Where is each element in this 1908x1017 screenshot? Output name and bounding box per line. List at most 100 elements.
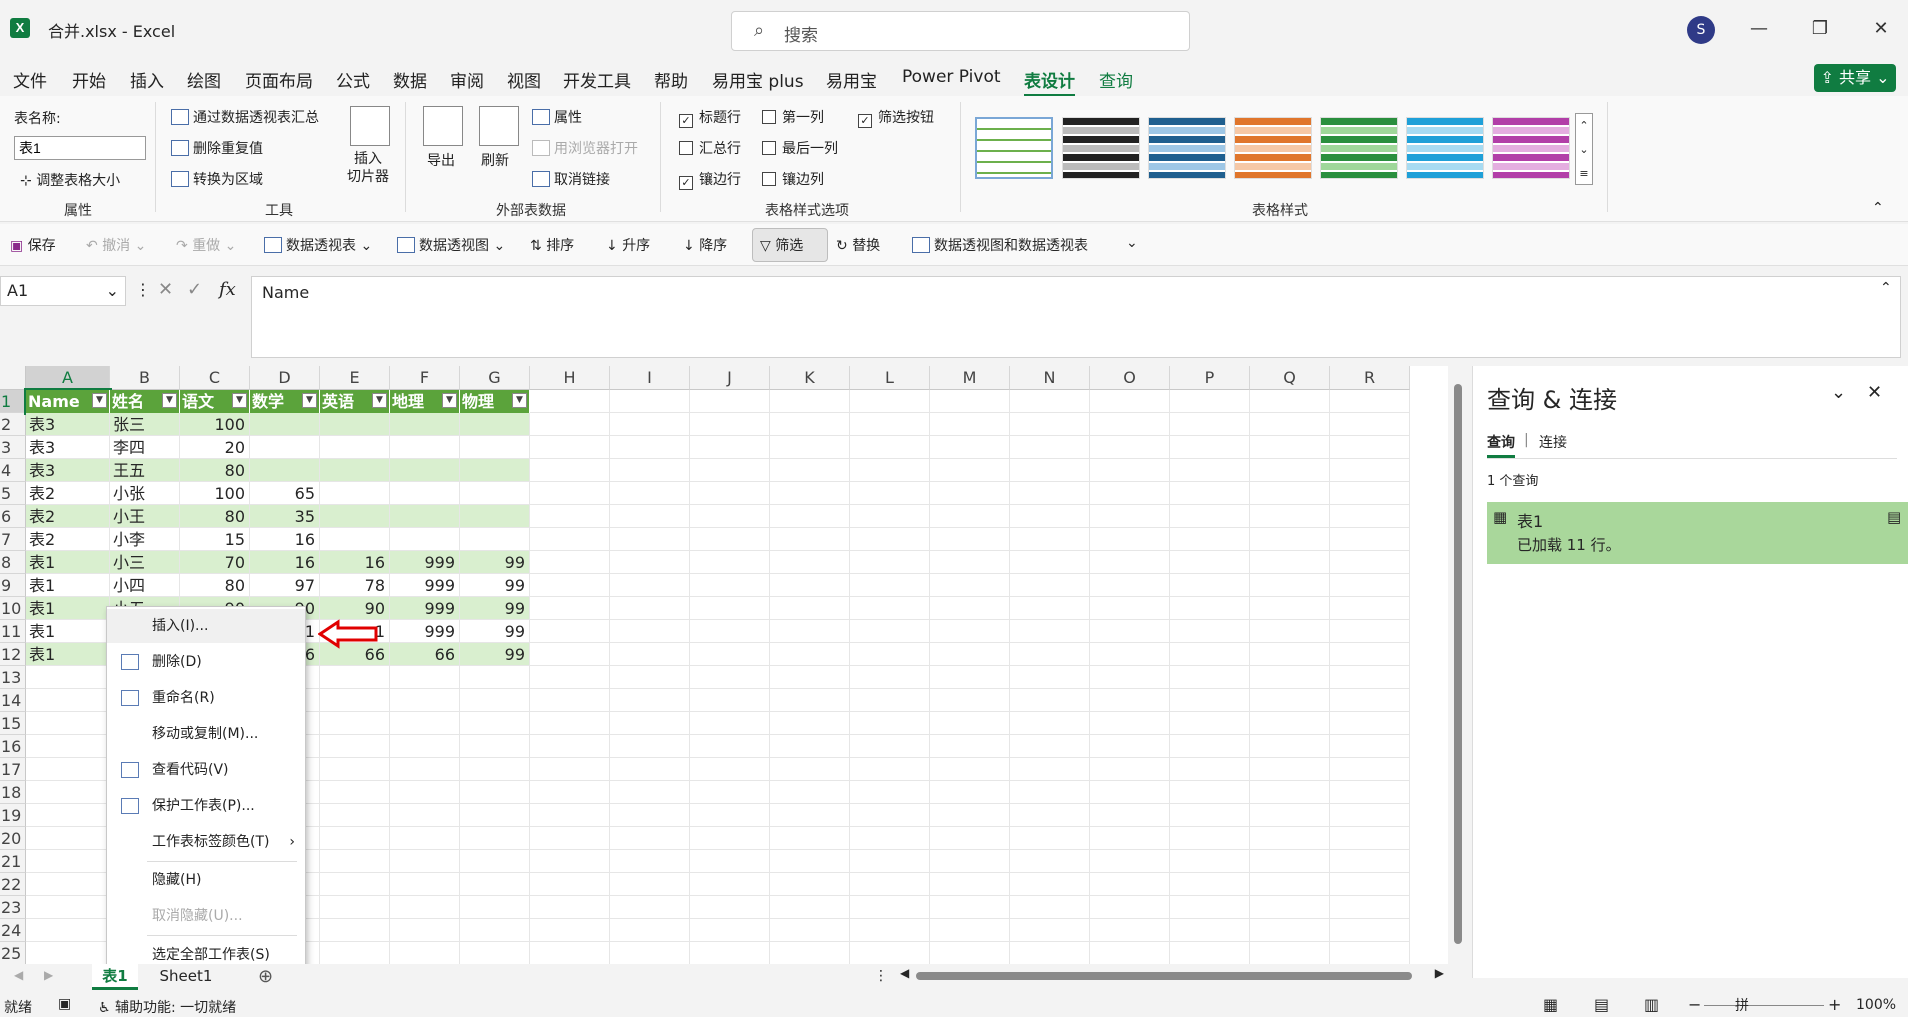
convert-range-button[interactable]: 转换为区域 — [171, 169, 263, 189]
grid-cell[interactable] — [850, 482, 930, 505]
grid-cell[interactable] — [1170, 482, 1250, 505]
menu-item-hide[interactable]: 隐藏(H) — [107, 863, 305, 897]
grid-cell[interactable] — [1250, 574, 1330, 597]
grid-cell[interactable] — [770, 896, 850, 919]
grid-cell[interactable] — [1170, 528, 1250, 551]
grid-cell[interactable] — [1250, 873, 1330, 896]
tab-query[interactable]: 查询 — [1099, 67, 1133, 92]
function-icon[interactable]: fx — [219, 279, 236, 300]
tab-table-design[interactable]: 表设计 — [1024, 67, 1075, 97]
grid-cell[interactable] — [1090, 505, 1170, 528]
row-header-12[interactable]: 12 — [0, 643, 26, 666]
tab-page-layout[interactable]: 页面布局 — [245, 67, 313, 92]
grid-cell[interactable] — [690, 390, 770, 413]
grid-cell[interactable] — [930, 597, 1010, 620]
vertical-scroll-thumb[interactable] — [1454, 384, 1462, 944]
redo-button[interactable]: ↷ 重做 ⌄ — [176, 235, 236, 255]
column-header-a[interactable]: A — [26, 366, 110, 390]
grid-cell[interactable] — [1330, 689, 1410, 712]
tab-draw[interactable]: 绘图 — [187, 67, 221, 92]
grid-cell[interactable] — [690, 735, 770, 758]
grid-cell[interactable] — [770, 551, 850, 574]
table-cell[interactable] — [320, 459, 390, 482]
table-cell[interactable]: 表1 — [26, 620, 110, 643]
filter-dropdown-icon[interactable]: ▼ — [372, 393, 387, 408]
table-cell[interactable]: 表1 — [26, 574, 110, 597]
menu-item-insert[interactable]: 插入(I)... — [107, 609, 305, 643]
grid-cell[interactable] — [1010, 850, 1090, 873]
query-item[interactable]: ▦ 表1 已加载 11 行。 ▤ — [1487, 502, 1908, 564]
table-cell[interactable]: 表2 — [26, 528, 110, 551]
table-cell[interactable] — [320, 413, 390, 436]
grid-cell[interactable] — [320, 689, 390, 712]
grid-cell[interactable] — [1010, 436, 1090, 459]
grid-cell[interactable] — [1010, 666, 1090, 689]
table-header-cell[interactable]: 数学 ▼ — [250, 390, 320, 413]
table-cell[interactable]: 70 — [180, 551, 250, 574]
grid-cell[interactable] — [390, 873, 460, 896]
remove-duplicates-button[interactable]: 删除重复值 — [171, 138, 263, 158]
grid-cell[interactable] — [690, 804, 770, 827]
grid-cell[interactable] — [610, 436, 690, 459]
grid-cell[interactable] — [1330, 873, 1410, 896]
grid-cell[interactable] — [770, 413, 850, 436]
table-cell[interactable] — [320, 505, 390, 528]
grid-cell[interactable] — [690, 436, 770, 459]
column-header-j[interactable]: J — [690, 366, 770, 390]
grid-cell[interactable] — [1010, 712, 1090, 735]
grid-cell[interactable] — [690, 873, 770, 896]
grid-cell[interactable] — [690, 758, 770, 781]
grid-cell[interactable] — [1170, 781, 1250, 804]
filter-button-checkbox[interactable]: ✓ 筛选按钮 — [858, 107, 934, 128]
grid-cell[interactable] — [26, 712, 110, 735]
table-cell[interactable]: 80 — [180, 505, 250, 528]
grid-cell[interactable] — [320, 781, 390, 804]
grid-cell[interactable] — [460, 689, 530, 712]
grid-cell[interactable] — [460, 735, 530, 758]
grid-cell[interactable] — [26, 942, 110, 965]
grid-cell[interactable] — [610, 413, 690, 436]
grid-cell[interactable] — [1170, 459, 1250, 482]
tab-review[interactable]: 审阅 — [450, 67, 484, 92]
grid-cell[interactable] — [1170, 919, 1250, 942]
grid-cell[interactable] — [850, 689, 930, 712]
grid-cell[interactable] — [770, 620, 850, 643]
table-cell[interactable]: 小四 — [110, 574, 180, 597]
grid-cell[interactable] — [1250, 505, 1330, 528]
grid-cell[interactable] — [930, 689, 1010, 712]
grid-cell[interactable] — [1330, 919, 1410, 942]
table-cell[interactable]: 100 — [180, 413, 250, 436]
grid-cell[interactable] — [530, 390, 610, 413]
grid-cell[interactable] — [930, 505, 1010, 528]
grid-cell[interactable] — [610, 919, 690, 942]
grid-cell[interactable] — [1090, 804, 1170, 827]
grid-cell[interactable] — [690, 712, 770, 735]
export-icon[interactable] — [423, 106, 463, 146]
grid-cell[interactable] — [770, 827, 850, 850]
share-button[interactable]: ⇪ 共享 ⌄ — [1814, 64, 1896, 92]
grid-cell[interactable] — [1010, 689, 1090, 712]
add-sheet-icon[interactable]: ⊕ — [258, 966, 273, 987]
grid-cell[interactable] — [530, 804, 610, 827]
column-header-m[interactable]: M — [930, 366, 1010, 390]
grid-cell[interactable] — [930, 781, 1010, 804]
filter-dropdown-icon[interactable]: ▼ — [512, 393, 527, 408]
horizontal-scrollbar[interactable]: ◀ ▶ — [900, 966, 1444, 986]
table-cell[interactable]: 表3 — [26, 413, 110, 436]
grid-cell[interactable] — [1330, 735, 1410, 758]
grid-cell[interactable] — [770, 436, 850, 459]
row-header-2[interactable]: 2 — [0, 413, 26, 436]
grid-cell[interactable] — [1170, 758, 1250, 781]
grid-cell[interactable] — [530, 689, 610, 712]
grid-cell[interactable] — [690, 597, 770, 620]
grid-cell[interactable] — [1330, 551, 1410, 574]
grid-cell[interactable] — [690, 896, 770, 919]
filter-dropdown-icon[interactable]: ▼ — [232, 393, 247, 408]
table-cell[interactable]: 97 — [250, 574, 320, 597]
table-cell[interactable]: 小王 — [110, 505, 180, 528]
grid-cell[interactable] — [1330, 436, 1410, 459]
table-cell[interactable]: 小李 — [110, 528, 180, 551]
row-header-8[interactable]: 8 — [0, 551, 26, 574]
table-cell[interactable]: 999 — [390, 574, 460, 597]
grid-cell[interactable] — [930, 459, 1010, 482]
